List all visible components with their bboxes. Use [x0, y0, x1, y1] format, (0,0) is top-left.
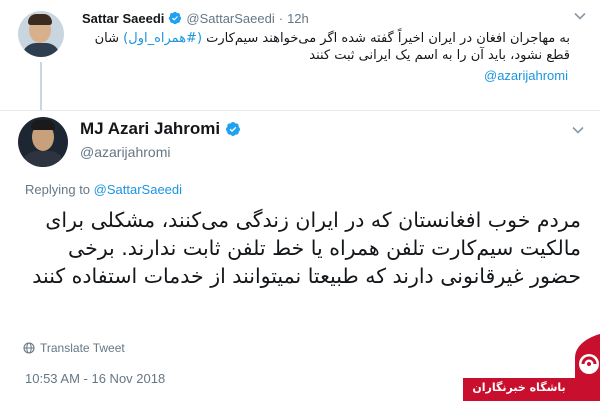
avatar-suit [21, 151, 65, 167]
parent-author-handle[interactable]: @SattarSaeedi [186, 11, 274, 26]
chevron-down-icon[interactable] [573, 9, 587, 23]
verified-badge-icon [169, 11, 182, 25]
parent-mention-link[interactable]: @azarijahromi [484, 68, 568, 83]
avatar-shirt [22, 43, 60, 57]
main-author-name[interactable]: MJ Azari Jahromi [80, 119, 220, 139]
avatar-hair [31, 120, 55, 130]
replying-to-link[interactable]: @SattarSaeedi [94, 182, 182, 197]
header-separator: · [278, 10, 284, 26]
avatar-hair [28, 14, 52, 25]
avatar-mj-azari-jahromi[interactable] [18, 117, 68, 167]
parent-author-name[interactable]: Sattar Saeedi [82, 11, 164, 26]
main-tweet-text: مردم خوب افغانستان که در ایران زندگی می‌… [32, 208, 581, 288]
main-author-name-row: MJ Azari Jahromi [80, 119, 245, 139]
parent-text-part-1: به مهاجران افغان در ایران اخیراً گفته شد… [202, 31, 570, 46]
parent-tweet-text: به مهاجران افغان در ایران اخیراً گفته شد… [82, 30, 570, 64]
hashtag-link[interactable]: (#همراه_اول) [123, 31, 202, 46]
divider [0, 110, 600, 111]
tweet-timestamp[interactable]: 10:53 AM - 16 Nov 2018 [25, 371, 165, 386]
parent-tweet-header: Sattar Saeedi @SattarSaeedi · 12h [82, 9, 309, 27]
translate-tweet-label: Translate Tweet [40, 341, 125, 355]
translate-tweet-button[interactable]: Translate Tweet [23, 341, 125, 355]
thread-connector-line [40, 62, 42, 110]
chevron-down-icon[interactable] [571, 123, 585, 137]
watermark: باشگاه خبرنگاران [463, 330, 600, 401]
avatar-sattar-saeedi[interactable] [18, 11, 64, 57]
globe-icon [23, 342, 35, 354]
replying-prefix: Replying to [25, 182, 94, 197]
parent-tweet[interactable]: Sattar Saeedi @SattarSaeedi · 12h به مها… [0, 0, 600, 110]
watermark-text: باشگاه خبرنگاران [472, 381, 566, 394]
main-author-handle[interactable]: @azarijahromi [80, 144, 170, 160]
parent-tweet-time[interactable]: 12h [287, 11, 309, 26]
verified-badge-icon [226, 122, 241, 136]
replying-to-line: Replying to @SattarSaeedi [25, 182, 182, 197]
watermark-logo [575, 334, 600, 401]
